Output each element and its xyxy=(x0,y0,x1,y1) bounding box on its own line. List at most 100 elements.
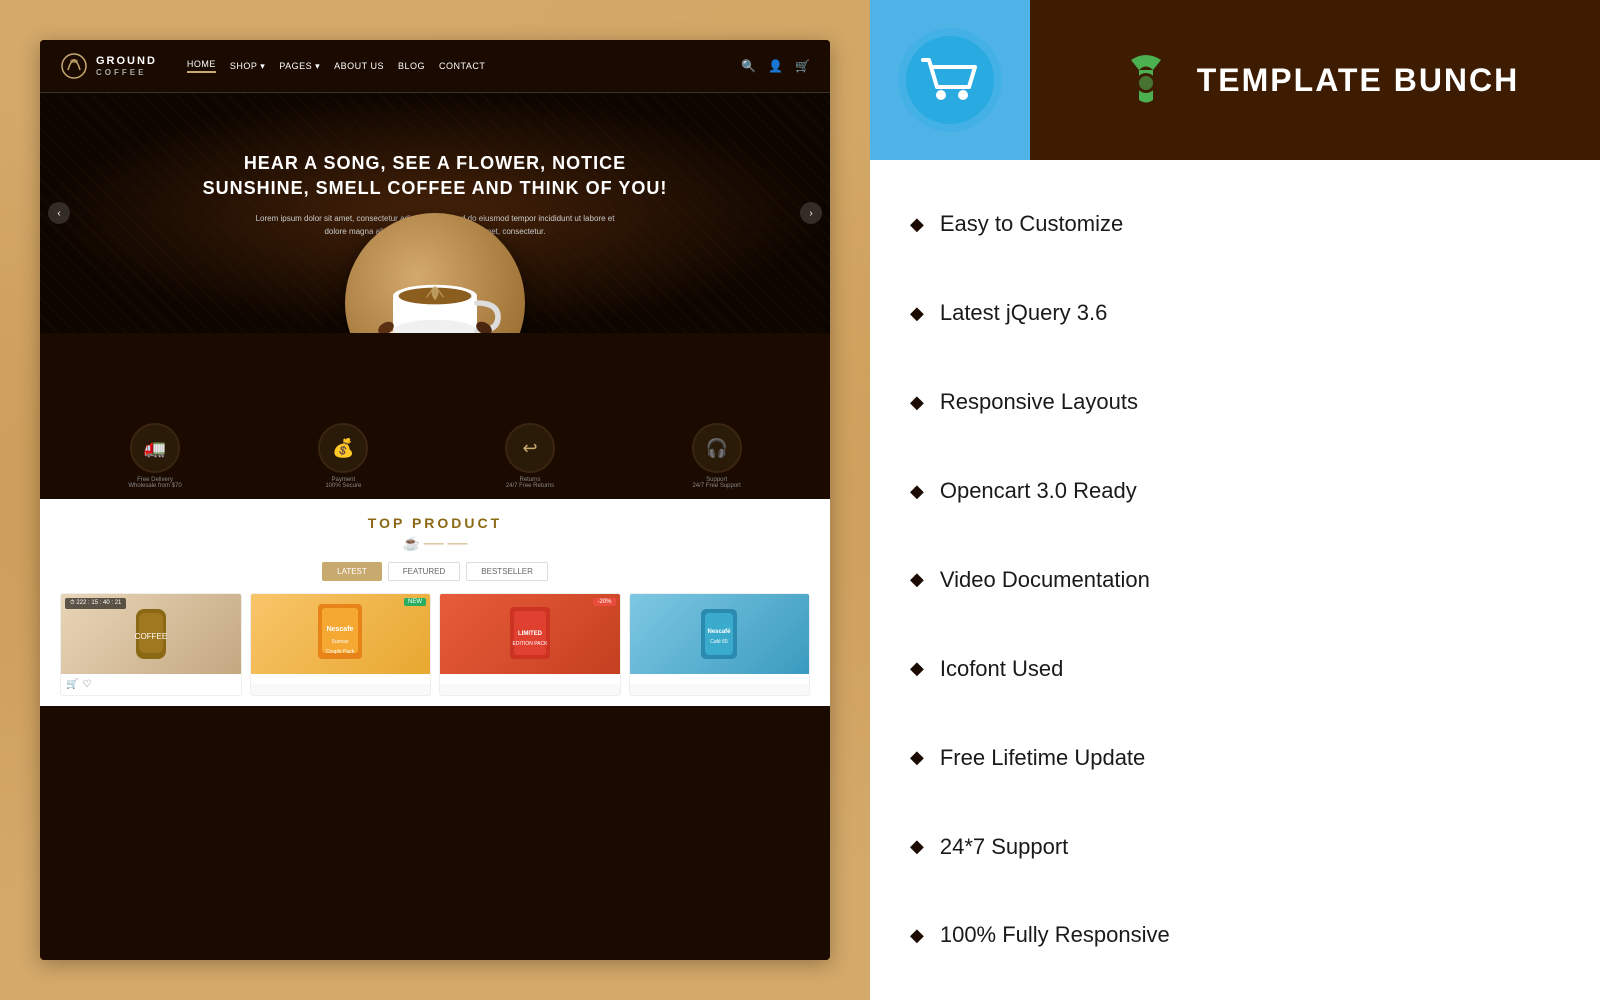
feature-text-2: Latest jQuery 3.6 xyxy=(940,300,1108,326)
coffee-cup-overlay xyxy=(345,213,525,333)
feature-jquery: ◆ Latest jQuery 3.6 xyxy=(910,294,1560,332)
product-section: TOP PRODUCT ☕ ── ── LATEST FEATURED BEST… xyxy=(40,499,830,706)
feature-text-9: 100% Fully Responsive xyxy=(940,922,1170,948)
cart-logo-area xyxy=(870,0,1030,160)
section-title: TOP PRODUCT xyxy=(60,515,810,531)
svg-text:EDITION PACK: EDITION PACK xyxy=(512,641,548,647)
nav-pages[interactable]: PAGES ▾ xyxy=(279,61,320,72)
tb-logo-svg xyxy=(1111,45,1181,115)
feature-text-5: Video Documentation xyxy=(940,567,1150,593)
product-img-3: LIMITED EDITION PACK xyxy=(440,594,620,674)
nav-blog[interactable]: BLOG xyxy=(398,61,425,71)
feature-opencart: ◆ Opencart 3.0 Ready xyxy=(910,472,1560,510)
coffee-cup-image xyxy=(345,213,525,333)
section-divider: ☕ ── ── xyxy=(60,535,810,552)
cart-ring-svg xyxy=(895,25,1005,135)
cart-icon[interactable]: 🛒 xyxy=(795,59,810,73)
diamond-icon-3: ◆ xyxy=(910,392,924,413)
search-icon[interactable]: 🔍 xyxy=(741,59,756,73)
right-section: TEMPLATE BUNCH ◆ Easy to Customize ◆ Lat… xyxy=(870,0,1600,1000)
icon-delivery: 🚛 Free DeliveryWholesale from $70 xyxy=(128,423,181,489)
product-card-body-3 xyxy=(440,674,620,684)
product-card-1: ⏱ 222 : 15 : 40 : 21 COFFEE 🛒 ♡ xyxy=(60,593,242,696)
diamond-icon-2: ◆ xyxy=(910,303,924,324)
support-icon: 🎧 xyxy=(692,423,742,473)
feature-icofont: ◆ Icofont Used xyxy=(910,650,1560,688)
hero-title: HEAR A SONG, SEE A FLOWER, NOTICE SUNSHI… xyxy=(203,151,668,201)
tab-latest[interactable]: LATEST xyxy=(322,562,382,581)
tab-featured[interactable]: FEATURED xyxy=(388,562,461,581)
icon-support: 🎧 Support24/7 Free Support xyxy=(692,423,742,489)
diamond-icon-4: ◆ xyxy=(910,481,924,502)
user-icon[interactable]: 👤 xyxy=(768,59,783,73)
icon-strip: 🚛 Free DeliveryWholesale from $70 💰 Paym… xyxy=(40,413,830,499)
support-label: Support24/7 Free Support xyxy=(692,477,740,489)
logo-main: GROUND xyxy=(96,55,157,68)
navbar: GROUND COFFEE HOME SHOP ▾ PAGES ▾ ABOUT … xyxy=(40,40,830,93)
nav-about[interactable]: ABOUT US xyxy=(334,61,384,71)
product-card-body-2 xyxy=(251,674,431,684)
product-card-3: -20% LIMITED EDITION PACK xyxy=(439,593,621,696)
diamond-icon-8: ◆ xyxy=(910,836,924,857)
feature-lifetime-update: ◆ Free Lifetime Update xyxy=(910,739,1560,777)
svg-text:LIMITED: LIMITED xyxy=(518,631,543,637)
logo-area: GROUND COFFEE xyxy=(60,52,157,80)
feature-easy-customize: ◆ Easy to Customize xyxy=(910,205,1560,243)
product-tabs: LATEST FEATURED BESTSELLER xyxy=(60,562,810,581)
diamond-icon-9: ◆ xyxy=(910,925,924,946)
product-img-2: Nescafe Sunrise Couple Pack xyxy=(251,594,431,674)
product-card-body-1: 🛒 ♡ xyxy=(61,674,241,695)
svg-text:Café 65: Café 65 xyxy=(710,639,728,645)
feature-responsive: ◆ Responsive Layouts xyxy=(910,383,1560,421)
product-badge-sale: -20% xyxy=(593,598,615,606)
delivery-icon: 🚛 xyxy=(130,423,180,473)
product-grid: ⏱ 222 : 15 : 40 : 21 COFFEE 🛒 ♡ xyxy=(60,593,810,696)
svg-text:COFFEE: COFFEE xyxy=(135,632,167,641)
diamond-icon-5: ◆ xyxy=(910,569,924,590)
svg-text:Nescafe: Nescafe xyxy=(327,626,354,633)
nav-contact[interactable]: CONTACT xyxy=(439,61,485,71)
feature-fully-responsive: ◆ 100% Fully Responsive xyxy=(910,916,1560,954)
product-timer-1: ⏱ 222 : 15 : 40 : 21 xyxy=(65,598,126,609)
nav-icons: 🔍 👤 🛒 xyxy=(741,59,810,73)
feature-text-8: 24*7 Support xyxy=(940,834,1068,860)
diamond-icon-7: ◆ xyxy=(910,747,924,768)
returns-label: Returns24/7 Free Returns xyxy=(506,477,554,489)
nav-shop[interactable]: SHOP ▾ xyxy=(230,61,265,72)
svg-text:Nescafé: Nescafé xyxy=(708,629,732,635)
template-bunch-banner: TEMPLATE BUNCH xyxy=(1030,0,1600,160)
carousel-prev-button[interactable]: ‹ xyxy=(48,202,70,224)
feature-text-1: Easy to Customize xyxy=(940,211,1123,237)
feature-video-docs: ◆ Video Documentation xyxy=(910,561,1560,599)
left-section: GROUND COFFEE HOME SHOP ▾ PAGES ▾ ABOUT … xyxy=(0,0,870,1000)
product-card-2: NEW Nescafe Sunrise Couple Pack xyxy=(250,593,432,696)
feature-text-7: Free Lifetime Update xyxy=(940,745,1145,771)
nav-home[interactable]: HOME xyxy=(187,59,216,73)
product-img-4: Nescafé Café 65 xyxy=(630,594,810,674)
delivery-label: Free DeliveryWholesale from $70 xyxy=(128,477,181,489)
svg-text:Couple Pack: Couple Pack xyxy=(326,649,355,655)
logo-sub: COFFEE xyxy=(96,68,157,78)
payment-icon: 💰 xyxy=(318,423,368,473)
feature-text-3: Responsive Layouts xyxy=(940,389,1138,415)
tab-bestseller[interactable]: BESTSELLER xyxy=(466,562,548,581)
carousel-next-button[interactable]: › xyxy=(800,202,822,224)
right-top: TEMPLATE BUNCH xyxy=(870,0,1600,160)
features-area: ◆ Easy to Customize ◆ Latest jQuery 3.6 … xyxy=(870,160,1600,1000)
product-badge-new: NEW xyxy=(404,598,426,606)
returns-icon: ↩ xyxy=(505,423,555,473)
feature-support: ◆ 24*7 Support xyxy=(910,828,1560,866)
diamond-icon-1: ◆ xyxy=(910,214,924,235)
nav-links: HOME SHOP ▾ PAGES ▾ ABOUT US BLOG CONTAC… xyxy=(187,59,485,73)
svg-text:Sunrise: Sunrise xyxy=(332,639,349,645)
website-preview: GROUND COFFEE HOME SHOP ▾ PAGES ▾ ABOUT … xyxy=(40,40,830,960)
diamond-icon-6: ◆ xyxy=(910,658,924,679)
feature-text-6: Icofont Used xyxy=(940,656,1064,682)
hero-section: ‹ HEAR A SONG, SEE A FLOWER, NOTICE SUNS… xyxy=(40,93,830,333)
product-card-body-4 xyxy=(630,674,810,684)
template-bunch-title: TEMPLATE BUNCH xyxy=(1197,62,1520,99)
product-card-4: Nescafé Café 65 xyxy=(629,593,811,696)
icon-returns: ↩ Returns24/7 Free Returns xyxy=(505,423,555,489)
feature-text-4: Opencart 3.0 Ready xyxy=(940,478,1137,504)
payment-label: Payment100% Secure xyxy=(325,477,361,489)
